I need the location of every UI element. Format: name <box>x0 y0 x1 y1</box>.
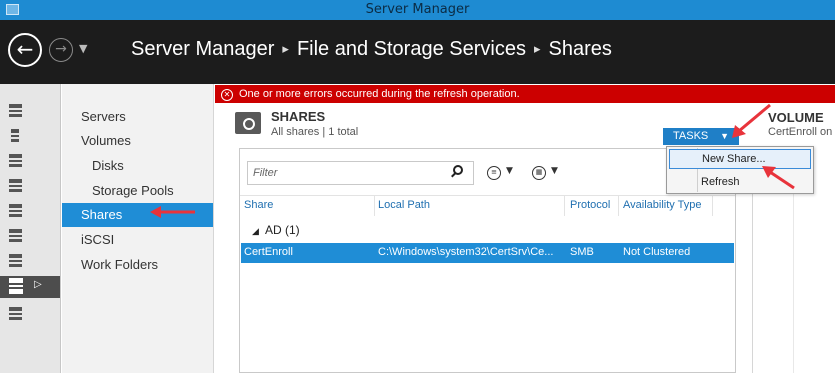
menu-item-new-share[interactable]: New Share... <box>669 149 811 169</box>
breadcrumb-shares: Shares <box>548 38 612 60</box>
window-titlebar: Server Manager <box>0 0 835 20</box>
menu-item-refresh[interactable]: Refresh <box>669 172 811 192</box>
header-bar: ← → ▼ Server Manager ▸ File and Storage Se… <box>0 20 835 84</box>
column-divider[interactable] <box>564 196 565 216</box>
chevron-down-icon: ▼ <box>551 166 558 176</box>
forward-arrow-icon[interactable]: → <box>49 38 73 62</box>
sidebar-item-iscsi[interactable]: iSCSI <box>62 228 213 252</box>
cell-share: CertEnroll <box>244 246 293 258</box>
filter-input[interactable] <box>253 166 438 180</box>
error-bar[interactable]: ✕ One or more errors occurred during the … <box>215 85 835 103</box>
breadcrumb-separator-icon: ▸ <box>282 41 289 56</box>
window-title: Server Manager <box>365 2 470 17</box>
cell-availability: Not Clustered <box>623 246 691 258</box>
column-divider[interactable] <box>618 196 619 216</box>
sidebar-item-volumes[interactable]: Volumes <box>62 129 213 153</box>
expand-arrow-icon: ▷ <box>34 279 42 290</box>
ad-cs-icon[interactable] <box>9 179 24 194</box>
column-header-local-path[interactable]: Local Path <box>378 199 430 211</box>
tasks-button[interactable]: TASKS ▼ <box>663 128 739 145</box>
tasks-menu: New Share... Refresh <box>666 146 814 194</box>
ad-ds-icon[interactable] <box>9 204 24 219</box>
collapse-triangle-icon[interactable]: ◢ <box>252 226 259 236</box>
column-header-share[interactable]: Share <box>244 199 273 211</box>
icon-rail: ▷ <box>0 84 61 373</box>
save-query-icon: ▦ <box>532 166 546 180</box>
error-icon: ✕ <box>221 89 233 101</box>
shares-title: SHARES <box>271 109 326 124</box>
all-servers-icon[interactable] <box>9 154 24 169</box>
column-header-availability[interactable]: Availability Type <box>623 199 701 211</box>
dashboard-icon[interactable] <box>9 104 24 119</box>
error-message: One or more errors occurred during the r… <box>239 88 520 100</box>
breadcrumb-server-manager[interactable]: Server Manager <box>131 38 274 60</box>
local-server-icon[interactable] <box>9 129 24 144</box>
tasks-caret-icon: ▼ <box>720 131 729 141</box>
shares-tile-icon <box>235 112 261 134</box>
column-header-protocol[interactable]: Protocol <box>570 199 610 211</box>
column-divider[interactable] <box>374 196 375 216</box>
chevron-down-icon: ▼ <box>506 166 513 176</box>
file-storage-services-icon[interactable]: ▷ <box>0 276 60 298</box>
dns-icon[interactable] <box>9 229 24 244</box>
main-content: ✕ One or more errors occurred during the … <box>215 84 835 373</box>
sidebar: Servers Volumes Disks Storage Pools Shar… <box>62 84 214 373</box>
group-label: AD (1) <box>264 223 300 237</box>
column-header-row: Share Local Path Protocol Availability T… <box>240 195 735 216</box>
group-header[interactable]: ◢ AD (1) <box>252 223 300 237</box>
volume-title: VOLUME <box>768 110 824 125</box>
shares-subtitle: All shares | 1 total <box>271 126 359 138</box>
sidebar-item-storage-pools[interactable]: Storage Pools <box>62 179 213 203</box>
shares-panel: ≡ ▼ ▦ ▼ Share Local Path Protocol Availa… <box>239 148 736 373</box>
back-arrow-icon[interactable]: ← <box>8 33 42 67</box>
breadcrumb: Server Manager ▸ File and Storage Services… <box>131 38 612 61</box>
sidebar-item-shares[interactable]: Shares <box>62 203 213 227</box>
sidebar-item-disks[interactable]: Disks <box>62 154 213 178</box>
column-divider[interactable] <box>712 196 713 216</box>
sidebar-item-servers[interactable]: Servers <box>62 105 213 129</box>
list-options-button[interactable]: ≡ ▼ <box>487 166 523 180</box>
filter-box <box>247 161 474 185</box>
remote-access-icon[interactable] <box>9 254 24 269</box>
tasks-label: TASKS <box>673 130 709 142</box>
breadcrumb-file-storage[interactable]: File and Storage Services <box>297 38 526 60</box>
table-row[interactable]: CertEnroll C:\Windows\system32\CertSrv\C… <box>241 243 734 263</box>
sidebar-item-work-folders[interactable]: Work Folders <box>62 253 213 277</box>
history-dropdown-icon[interactable]: ▼ <box>79 42 87 55</box>
cell-local-path: C:\Windows\system32\CertSrv\Ce... <box>378 246 554 258</box>
search-icon[interactable] <box>453 165 463 175</box>
list-options-icon: ≡ <box>487 166 501 180</box>
volume-subtitle: CertEnroll on <box>768 126 833 138</box>
breadcrumb-separator-icon: ▸ <box>533 41 541 56</box>
save-query-button[interactable]: ▦ ▼ <box>532 166 568 180</box>
iis-icon[interactable] <box>9 307 24 322</box>
cell-protocol: SMB <box>570 246 594 258</box>
